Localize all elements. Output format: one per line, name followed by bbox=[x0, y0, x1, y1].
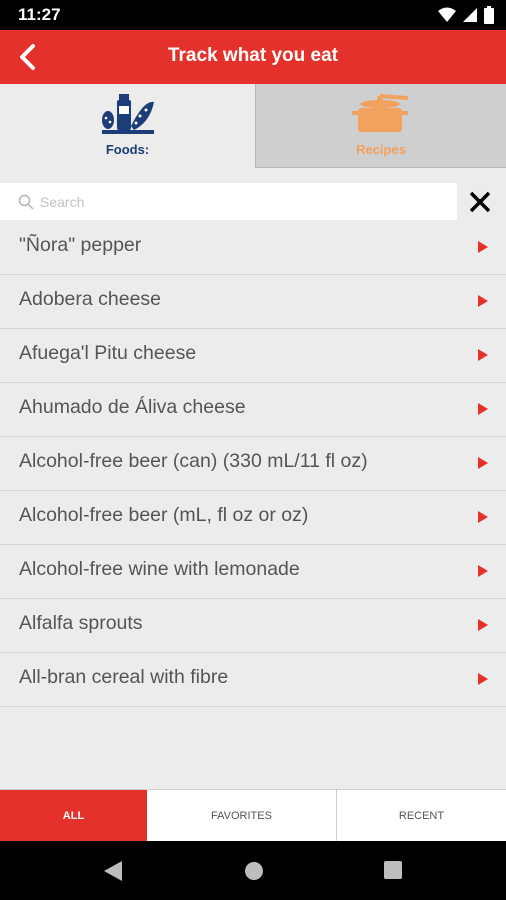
food-item-label: Adobera cheese bbox=[19, 288, 162, 310]
groceries-icon bbox=[101, 94, 154, 134]
battery-icon bbox=[484, 6, 494, 24]
status-bar: 11:27 bbox=[0, 0, 506, 30]
play-arrow-icon bbox=[478, 619, 488, 631]
tab-foods[interactable]: Foods: bbox=[0, 84, 255, 168]
food-list-item[interactable]: Alfalfa sprouts bbox=[0, 599, 506, 653]
food-list-item[interactable]: Adobera cheese bbox=[0, 275, 506, 329]
status-time: 11:27 bbox=[18, 5, 61, 24]
system-nav-bar bbox=[0, 841, 506, 900]
food-list-item[interactable]: Alcohol-free wine with lemonade bbox=[0, 545, 506, 599]
clear-search-button[interactable] bbox=[464, 186, 496, 218]
cooking-pot-icon bbox=[352, 94, 408, 132]
tab-foods-label: Foods: bbox=[105, 142, 150, 157]
food-item-label: "Ñora" pepper bbox=[19, 234, 142, 256]
page-title: Track what you eat bbox=[167, 45, 338, 66]
nav-recents-icon[interactable] bbox=[384, 861, 402, 879]
search-row bbox=[0, 183, 506, 221]
filter-favorites-button[interactable]: FAVORITES bbox=[147, 790, 337, 842]
play-arrow-icon bbox=[478, 241, 488, 253]
food-list-item[interactable]: "Ñora" pepper bbox=[0, 221, 506, 275]
food-list-item[interactable]: Afuega'l Pitu cheese bbox=[0, 329, 506, 383]
play-arrow-icon bbox=[478, 673, 488, 685]
nav-home-icon[interactable] bbox=[244, 861, 264, 881]
filter-all-button[interactable]: ALL bbox=[0, 790, 147, 842]
play-arrow-icon bbox=[478, 349, 488, 361]
status-icons bbox=[438, 6, 494, 24]
food-list: "Ñora" pepper Adobera cheese Afuega'l Pi… bbox=[0, 221, 506, 707]
food-list-item[interactable]: Alcohol-free beer (can) (330 mL/11 fl oz… bbox=[0, 437, 506, 491]
nav-back-icon[interactable] bbox=[104, 861, 122, 881]
app-bar: Track what you eat bbox=[0, 30, 506, 84]
play-arrow-icon bbox=[478, 457, 488, 469]
food-item-label: All-bran cereal with fibre bbox=[19, 666, 229, 688]
play-arrow-icon bbox=[478, 403, 488, 415]
play-arrow-icon bbox=[478, 511, 488, 523]
search-input[interactable] bbox=[40, 193, 440, 210]
tab-recipes-label: Recipes bbox=[356, 142, 406, 157]
search-icon bbox=[18, 194, 34, 210]
food-list-item[interactable]: Ahumado de Áliva cheese bbox=[0, 383, 506, 437]
search-box bbox=[0, 183, 457, 220]
close-icon bbox=[469, 191, 491, 213]
play-arrow-icon bbox=[478, 295, 488, 307]
food-item-label: Alcohol-free wine with lemonade bbox=[19, 558, 300, 580]
tab-recipes[interactable]: Recipes bbox=[255, 84, 506, 168]
food-item-label: Alfalfa sprouts bbox=[19, 612, 143, 634]
play-arrow-icon bbox=[478, 565, 488, 577]
filter-recent-button[interactable]: RECENT bbox=[337, 790, 506, 842]
food-item-label: Alcohol-free beer (mL, fl oz or oz) bbox=[19, 504, 309, 526]
food-list-item[interactable]: All-bran cereal with fibre bbox=[0, 653, 506, 707]
food-item-label: Ahumado de Áliva cheese bbox=[19, 396, 246, 418]
filter-bar: ALL FAVORITES RECENT bbox=[0, 789, 506, 842]
signal-icon bbox=[463, 8, 477, 22]
tab-bar: Foods: Recipes bbox=[0, 84, 506, 168]
food-item-label: Alcohol-free beer (can) (330 mL/11 fl oz… bbox=[19, 450, 368, 472]
food-list-item[interactable]: Alcohol-free beer (mL, fl oz or oz) bbox=[0, 491, 506, 545]
food-item-label: Afuega'l Pitu cheese bbox=[19, 342, 197, 364]
wifi-icon bbox=[438, 7, 456, 22]
